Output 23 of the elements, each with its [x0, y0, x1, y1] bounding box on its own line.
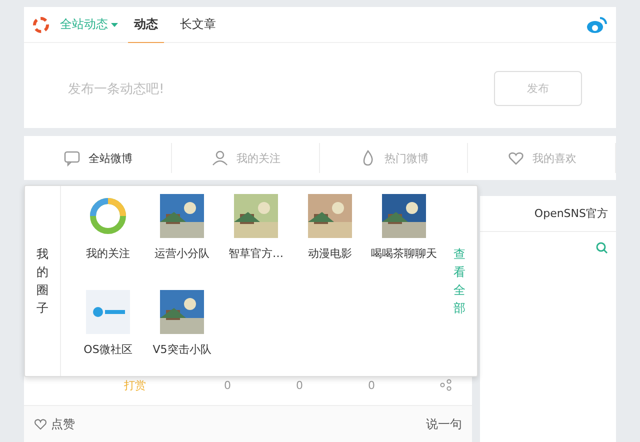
search-icon[interactable] — [596, 242, 608, 254]
circle-name[interactable]: 智草官方… — [228, 246, 284, 261]
circle-name[interactable]: OS微社区 — [84, 342, 132, 357]
circle-name[interactable]: V5突击小队 — [152, 342, 212, 357]
caret-icon — [111, 22, 118, 26]
like-button[interactable]: 点赞 — [51, 416, 75, 432]
heart-icon — [34, 418, 47, 430]
user-icon — [210, 149, 228, 167]
tab[interactable]: 动态 — [128, 6, 164, 42]
tab[interactable]: 长文章 — [174, 7, 222, 42]
logo-icon — [32, 16, 50, 34]
circle-name[interactable]: 动漫电影 — [308, 246, 352, 261]
circle-name[interactable]: 运营小分队 — [154, 246, 210, 261]
share-icon[interactable] — [440, 379, 452, 391]
circles-title: 我的圈子 — [36, 246, 48, 317]
side-title: OpenSNS官方 — [480, 196, 616, 232]
weibo-icon[interactable] — [586, 16, 608, 34]
reply-button[interactable]: 说一句 — [426, 416, 462, 432]
feed-tab[interactable]: 全站微博 — [24, 143, 172, 173]
chat-icon — [62, 149, 80, 167]
circle-name[interactable]: 我的关注 — [86, 246, 130, 261]
circle-name[interactable]: 喝喝茶聊聊天 — [371, 246, 437, 261]
logo-icon — [86, 290, 130, 334]
